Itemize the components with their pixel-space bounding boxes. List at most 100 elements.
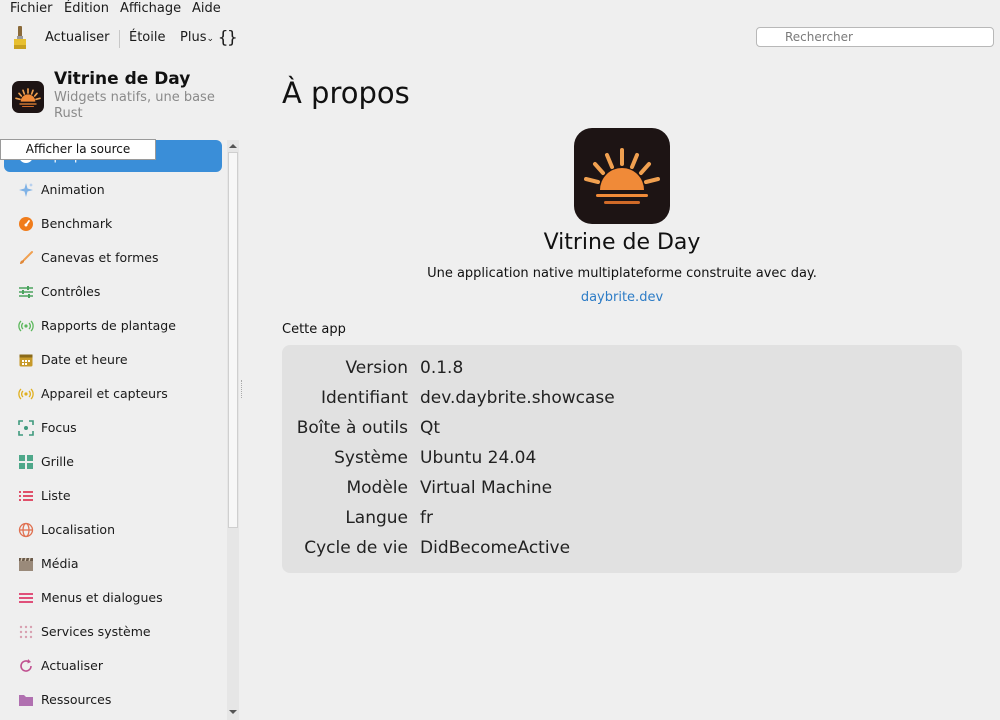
- info-key: Boîte à outils: [296, 418, 408, 438]
- sidebar-item-date-heure[interactable]: Date et heure: [4, 344, 222, 376]
- info-value: fr: [420, 508, 433, 528]
- sliders-icon: [19, 286, 33, 298]
- calendar-icon: [19, 354, 33, 367]
- sidebar-item-label: Focus: [41, 420, 77, 435]
- scroll-up-icon[interactable]: [229, 142, 237, 150]
- globe-icon: [18, 522, 34, 538]
- signal-icon: [18, 320, 34, 332]
- list-icon: [19, 491, 33, 501]
- tooltip: Afficher la source: [0, 139, 156, 160]
- sidebar-item-focus[interactable]: Focus: [4, 412, 222, 444]
- search-input[interactable]: [756, 27, 994, 47]
- sidebar-item-label: Rapports de plantage: [41, 318, 176, 333]
- info-key: Cycle de vie: [304, 538, 408, 558]
- sidebar-item-controles[interactable]: Contrôles: [4, 276, 222, 308]
- sidebar-header: Vitrine de Day Widgets natifs, une base …: [0, 58, 240, 140]
- info-card: Version 0.1.8 Identifiant dev.daybrite.s…: [282, 345, 962, 573]
- sidebar-item-menus[interactable]: Menus et dialogues: [4, 582, 222, 614]
- sidebar-item-benchmark[interactable]: Benchmark: [4, 208, 222, 240]
- info-value: Virtual Machine: [420, 478, 553, 498]
- scroll-down-icon[interactable]: [229, 708, 237, 716]
- sidebar-item-label: Actualiser: [41, 658, 103, 673]
- app-name: Vitrine de Day: [543, 230, 701, 255]
- sidebar-item-label: Grille: [41, 454, 74, 469]
- sidebar-item-label: Date et heure: [41, 352, 128, 367]
- info-row-langue: Langue fr: [282, 503, 962, 533]
- toolbar-separator: [119, 30, 120, 48]
- sidebar-item-label: Liste: [41, 488, 71, 503]
- sidebar-item-media[interactable]: Média: [4, 548, 222, 580]
- grid-icon: [19, 455, 33, 469]
- sidebar-item-canevas[interactable]: Canevas et formes: [4, 242, 222, 274]
- show-source-button[interactable]: {}: [218, 18, 238, 58]
- main-content: À propos Vitrine de Day Une application …: [244, 58, 1000, 720]
- sidebar-title: Vitrine de Day: [54, 69, 191, 89]
- info-row-modele: Modèle Virtual Machine: [282, 473, 962, 503]
- sidebar-item-label: Média: [41, 556, 79, 571]
- more-label: Plus: [180, 30, 207, 45]
- sidebar-item-label: Benchmark: [41, 216, 113, 231]
- menu-icon: [19, 593, 33, 603]
- sidebar-item-localisation[interactable]: Localisation: [4, 514, 222, 546]
- website-link[interactable]: daybrite.dev: [244, 290, 1000, 305]
- info-row-systeme: Système Ubuntu 24.04: [282, 443, 962, 473]
- section-label: Cette app: [282, 322, 346, 337]
- sidebar-item-label: Appareil et capteurs: [41, 386, 168, 401]
- info-row-toolkit: Boîte à outils Qt: [282, 413, 962, 443]
- brush-icon: [20, 251, 33, 264]
- info-value: Qt: [420, 418, 441, 438]
- sidebar-item-appareil[interactable]: Appareil et capteurs: [4, 378, 222, 410]
- sidebar-nav: À propos Animation Benchmark Canevas et …: [0, 140, 227, 720]
- sidebar-item-liste[interactable]: Liste: [4, 480, 222, 512]
- sparkles-icon: [19, 183, 33, 197]
- menu-bar: Fichier Édition Affichage Aide: [0, 0, 1000, 18]
- info-key: Modèle: [346, 478, 408, 498]
- toolbar: Actualiser Étoile Plus⌄ {}: [0, 18, 1000, 58]
- menu-fichier[interactable]: Fichier: [10, 0, 53, 17]
- info-key: Version: [345, 358, 408, 378]
- sidebar-item-services[interactable]: Services système: [4, 616, 222, 648]
- app-description: Une application native multiplateforme c…: [427, 266, 817, 281]
- sidebar-item-actualiser[interactable]: Actualiser: [4, 650, 222, 682]
- sidebar-item-label: Menus et dialogues: [41, 590, 163, 605]
- info-value: 0.1.8: [420, 358, 464, 378]
- sidebar-item-label: Ressources: [41, 692, 112, 707]
- page-title: À propos: [282, 76, 410, 110]
- sidebar-item-rapports[interactable]: Rapports de plantage: [4, 310, 222, 342]
- sidebar-item-label: Contrôles: [41, 284, 101, 299]
- clapper-icon: [19, 557, 33, 571]
- info-key: Identifiant: [321, 388, 408, 408]
- more-caret-icon: ⌄: [206, 34, 215, 44]
- dots-grid-icon: [19, 625, 33, 639]
- app-logo-icon: [12, 81, 44, 113]
- paintbrush-icon[interactable]: [12, 25, 28, 51]
- scrollbar-thumb[interactable]: [228, 152, 238, 528]
- folder-icon: [19, 695, 33, 706]
- app-logo-icon: [574, 128, 670, 224]
- star-button[interactable]: Étoile: [129, 18, 166, 58]
- sidebar-item-label: Animation: [41, 182, 105, 197]
- focus-icon: [18, 420, 34, 436]
- info-key: Langue: [345, 508, 408, 528]
- info-row-cycle: Cycle de vie DidBecomeActive: [282, 533, 962, 563]
- menu-aide[interactable]: Aide: [192, 0, 221, 17]
- sidebar-item-animation[interactable]: Animation: [4, 174, 222, 206]
- refresh-icon: [20, 659, 32, 672]
- info-key: Système: [334, 448, 408, 468]
- sidebar-item-label: Localisation: [41, 522, 115, 537]
- sidebar-item-grille[interactable]: Grille: [4, 446, 222, 478]
- sidebar-item-label: Canevas et formes: [41, 250, 159, 265]
- menu-affichage[interactable]: Affichage: [120, 0, 181, 17]
- info-row-version: Version 0.1.8: [282, 353, 962, 383]
- sidebar-item-label: Services système: [41, 624, 151, 639]
- info-value: Ubuntu 24.04: [420, 448, 537, 468]
- info-value: dev.daybrite.showcase: [420, 388, 615, 408]
- info-value: DidBecomeActive: [420, 538, 571, 558]
- gauge-icon: [19, 217, 33, 231]
- more-button[interactable]: Plus⌄: [180, 18, 214, 59]
- sidebar-item-ressources[interactable]: Ressources: [4, 684, 222, 716]
- menu-edition[interactable]: Édition: [64, 0, 109, 17]
- refresh-button[interactable]: Actualiser: [45, 18, 109, 58]
- broadcast-icon: [18, 388, 34, 400]
- info-row-identifiant: Identifiant dev.daybrite.showcase: [282, 383, 962, 413]
